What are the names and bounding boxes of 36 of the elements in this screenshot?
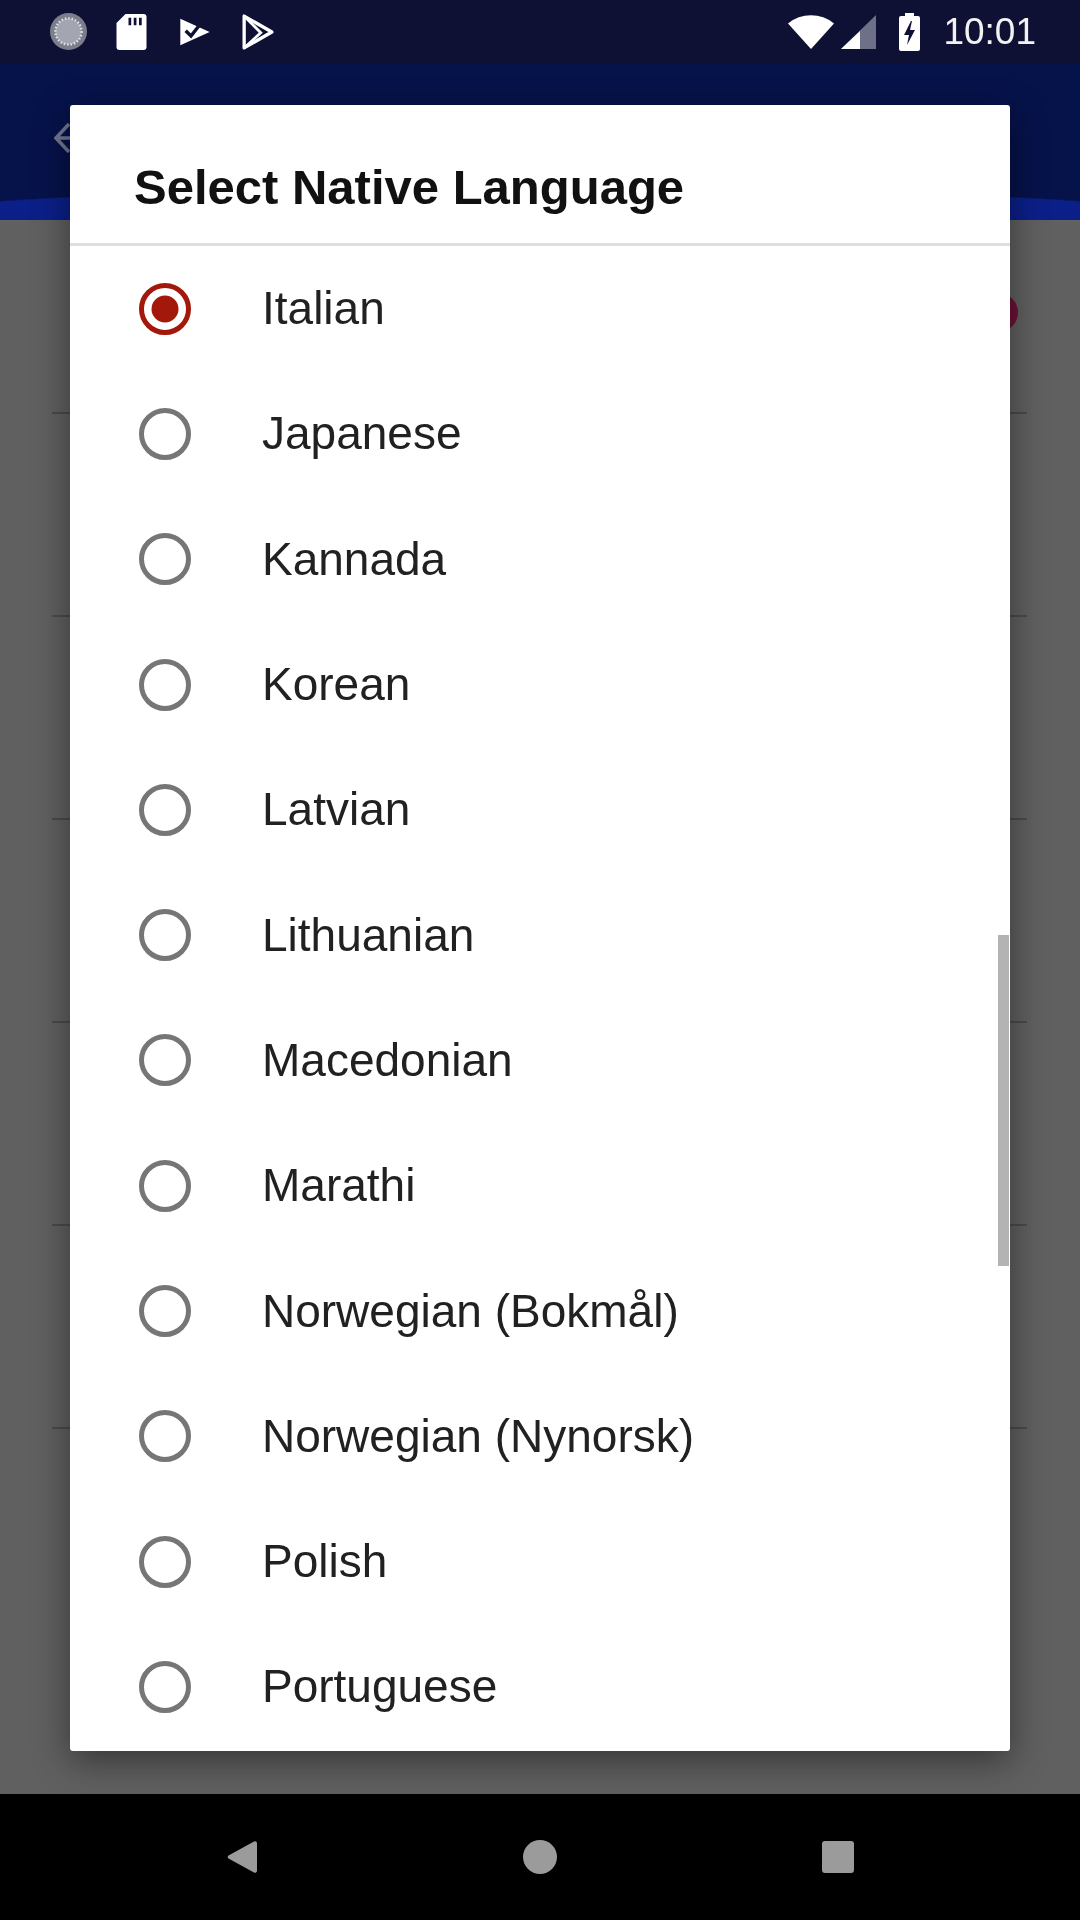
language-option[interactable]: Lithuanian bbox=[70, 872, 1010, 998]
radio-button[interactable] bbox=[139, 533, 191, 586]
status-time: 10:01 bbox=[943, 13, 1036, 50]
radio-button[interactable] bbox=[139, 1159, 191, 1212]
language-option[interactable]: Korean bbox=[70, 621, 1010, 748]
sd-card-icon bbox=[116, 13, 147, 50]
back-icon[interactable] bbox=[227, 1840, 257, 1874]
battery-charging-icon bbox=[899, 12, 921, 51]
language-option[interactable]: Japanese bbox=[70, 371, 1010, 497]
radio-button[interactable] bbox=[139, 1535, 191, 1588]
spinner-icon bbox=[50, 13, 87, 50]
language-option[interactable]: Italian bbox=[70, 246, 1010, 372]
signal-icon bbox=[841, 14, 877, 49]
language-option[interactable]: Macedonian bbox=[70, 997, 1010, 1124]
radio-button[interactable] bbox=[139, 658, 191, 711]
radio-button[interactable] bbox=[139, 282, 191, 335]
radio-button[interactable] bbox=[139, 1034, 191, 1087]
radio-button[interactable] bbox=[139, 1285, 191, 1337]
back-arrow-icon[interactable] bbox=[54, 123, 70, 153]
radio-button[interactable] bbox=[139, 1660, 191, 1713]
language-option[interactable]: Latvian bbox=[70, 747, 1010, 873]
language-option[interactable]: Portuguese bbox=[70, 1624, 1010, 1750]
language-option[interactable]: Marathi bbox=[70, 1123, 1010, 1249]
language-option[interactable]: Kannada bbox=[70, 496, 1010, 622]
scrollbar-thumb[interactable] bbox=[998, 935, 1009, 1266]
language-option[interactable]: Norwegian (Bokmål) bbox=[70, 1248, 1010, 1374]
language-option[interactable]: Norwegian (Nynorsk) bbox=[70, 1373, 1010, 1499]
language-option[interactable]: Polish bbox=[70, 1498, 1010, 1625]
radio-button[interactable] bbox=[139, 407, 191, 460]
radio-button[interactable] bbox=[139, 1410, 191, 1463]
dialog-title: Select Native Language bbox=[134, 160, 685, 214]
radio-button[interactable] bbox=[139, 909, 191, 962]
home-icon[interactable] bbox=[523, 1840, 557, 1874]
radio-button[interactable] bbox=[139, 783, 191, 836]
wifi-icon bbox=[788, 14, 835, 49]
play-icon bbox=[241, 13, 275, 50]
